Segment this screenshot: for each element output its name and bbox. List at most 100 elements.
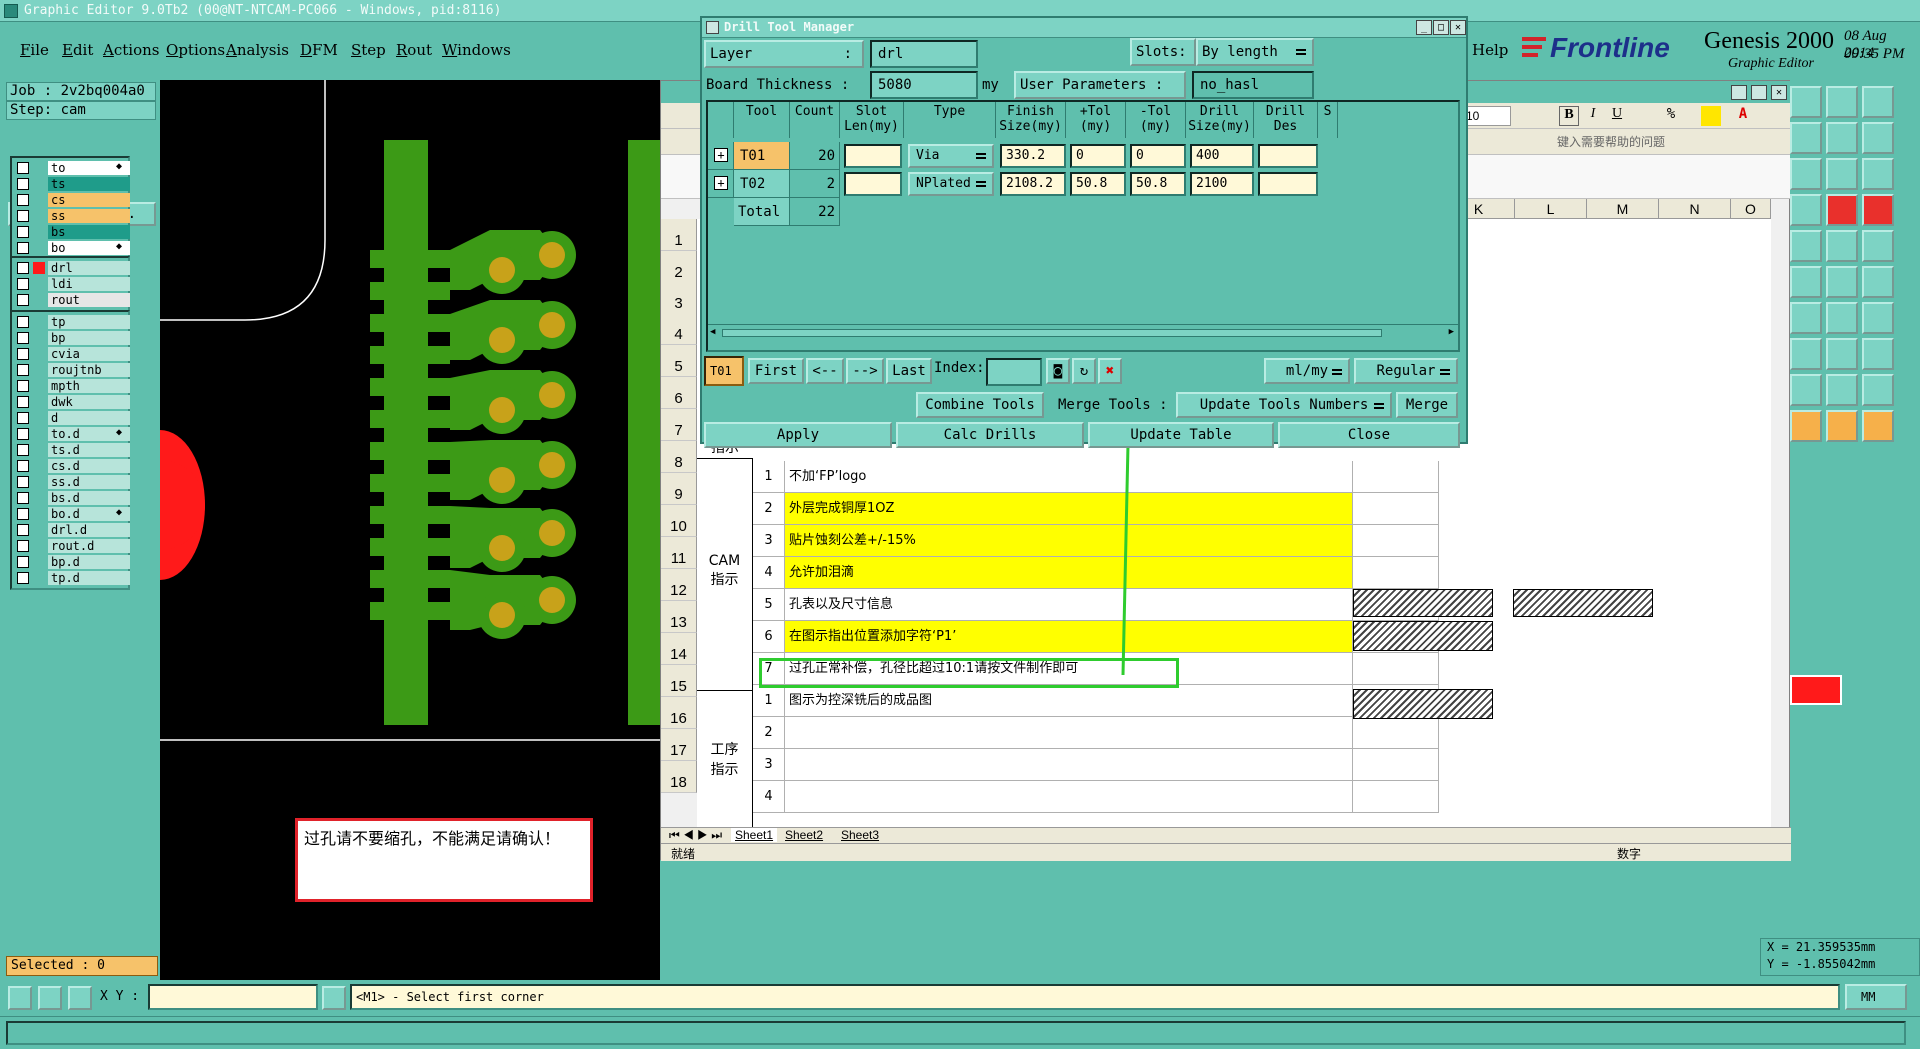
cam-item-image-cell[interactable] <box>1353 557 1439 589</box>
process-item-text[interactable] <box>785 717 1353 749</box>
tool-type-select[interactable]: Via <box>908 144 994 168</box>
layer-checkbox[interactable] <box>17 294 29 306</box>
drill-des-input[interactable] <box>1258 144 1318 168</box>
process-item-number[interactable]: 3 <box>753 749 785 781</box>
layer-checkbox[interactable] <box>17 262 29 274</box>
first-button[interactable]: First <box>748 358 804 384</box>
layer-name[interactable]: ldi <box>48 277 130 291</box>
delete-icon[interactable]: ✖ <box>1098 358 1122 384</box>
cam-item-text[interactable]: 外层完成铜厚1OZ <box>785 493 1353 525</box>
layer-row[interactable]: cs <box>14 192 130 208</box>
layer-row[interactable]: d <box>14 410 130 426</box>
embedded-image-size-info[interactable] <box>1513 589 1653 617</box>
pointer-alt-icon[interactable] <box>1826 410 1858 442</box>
row-header[interactable]: 3 <box>661 282 697 314</box>
layer-checkbox[interactable] <box>17 162 29 174</box>
row-header[interactable]: 11 <box>661 537 697 569</box>
pointer-icon[interactable] <box>1790 410 1822 442</box>
process-item-number[interactable]: 4 <box>753 781 785 813</box>
slot-length-input[interactable] <box>844 172 902 196</box>
save-icon[interactable] <box>1790 86 1822 118</box>
scroll-left-icon[interactable]: ◀ <box>710 327 715 337</box>
layer-name[interactable]: bs <box>48 225 130 239</box>
prev-button[interactable]: <-- <box>806 358 844 384</box>
layer-row[interactable]: ss <box>14 208 130 224</box>
menu-actions[interactable]: Actions <box>103 41 159 59</box>
process-item-text[interactable] <box>785 781 1353 813</box>
layer-row[interactable]: bo ◆ <box>14 240 130 256</box>
slots-select[interactable]: By length <box>1196 38 1314 66</box>
menu-windows[interactable]: Windows <box>442 41 511 59</box>
plus-icon[interactable]: + <box>714 148 728 162</box>
next-button[interactable]: --> <box>846 358 884 384</box>
board-thickness-input[interactable]: 5080 <box>870 71 978 99</box>
mode-select[interactable]: Regular <box>1354 358 1458 384</box>
dialog-close-button[interactable]: ✕ <box>1450 20 1466 35</box>
layer-row[interactable]: ts.d <box>14 442 130 458</box>
zoom-box-icon[interactable] <box>8 986 32 1010</box>
plus-tol-input[interactable]: 50.8 <box>1070 172 1126 196</box>
layer-name[interactable]: drl <box>48 261 130 275</box>
italic-button[interactable]: I <box>1583 106 1603 126</box>
layer-row[interactable]: tp <box>14 314 130 330</box>
tool-id[interactable]: T02 <box>734 170 790 198</box>
row-header[interactable]: 15 <box>661 665 697 697</box>
font-size-select[interactable]: 10 <box>1461 106 1511 126</box>
row-header[interactable]: 16 <box>661 697 697 729</box>
merge-button[interactable]: Merge <box>1396 392 1458 418</box>
layer-checkbox[interactable] <box>17 492 29 504</box>
dialog-menu-icon[interactable] <box>706 21 719 34</box>
layer-checkbox[interactable] <box>17 242 29 254</box>
layer-row[interactable]: tp.d <box>14 570 130 586</box>
cam-item-text[interactable]: 孔表以及尺寸信息 <box>785 589 1353 621</box>
row-header[interactable]: 1 <box>661 219 697 251</box>
snap-icon[interactable] <box>1862 194 1894 226</box>
cam-item-text[interactable]: 不加‘FP’logo <box>785 461 1353 493</box>
info-icon[interactable] <box>322 986 346 1010</box>
slot-length-input[interactable] <box>844 144 902 168</box>
row-header[interactable]: 12 <box>661 569 697 601</box>
calc-drills-button[interactable]: Calc Drills <box>896 422 1084 448</box>
excel-maximize-button[interactable] <box>1751 85 1767 100</box>
col-header-m[interactable]: M <box>1587 199 1659 219</box>
layer-checkbox[interactable] <box>17 332 29 344</box>
cam-item-number[interactable]: 5 <box>753 589 785 621</box>
layer-name[interactable]: dwk <box>48 395 130 409</box>
drill-des-input[interactable] <box>1258 172 1318 196</box>
step-icon[interactable] <box>1862 122 1894 154</box>
layer-checkbox[interactable] <box>17 460 29 472</box>
units-button[interactable]: MM <box>1845 984 1907 1010</box>
finish-size-input[interactable]: 330.2 <box>1000 144 1066 168</box>
row-header[interactable]: 6 <box>661 377 697 409</box>
menu-step[interactable]: Step <box>351 41 386 59</box>
layer-row[interactable]: bs <box>14 224 130 240</box>
zoom-icon[interactable] <box>1790 158 1822 190</box>
layer-row[interactable]: rout.d <box>14 538 130 554</box>
measure-icon[interactable] <box>1826 194 1858 226</box>
layer-name[interactable]: d <box>48 411 130 425</box>
grid-toggle-icon[interactable] <box>68 986 92 1010</box>
layer-row[interactable]: drl.d <box>14 522 130 538</box>
layer-select[interactable]: drl <box>870 40 978 68</box>
dash-icon[interactable] <box>1790 338 1822 370</box>
embedded-image-p1-location[interactable] <box>1353 621 1493 651</box>
layer-name[interactable]: bs.d <box>48 491 130 505</box>
cam-item-number[interactable]: 4 <box>753 557 785 589</box>
process-item-text[interactable] <box>785 749 1353 781</box>
row-header[interactable]: 4 <box>661 313 697 345</box>
layer-row[interactable]: mpth <box>14 378 130 394</box>
layer-checkbox[interactable] <box>17 524 29 536</box>
layer-checkbox[interactable] <box>17 364 29 376</box>
process-item-number[interactable]: 2 <box>753 717 785 749</box>
process-item-image-cell[interactable] <box>1353 749 1439 781</box>
panel-icon[interactable] <box>1790 194 1822 226</box>
drill-size-input[interactable]: 400 <box>1190 144 1254 168</box>
row-header[interactable]: 14 <box>661 633 697 665</box>
cross-icon[interactable] <box>1790 266 1822 298</box>
fill-color-icon[interactable] <box>1701 106 1721 126</box>
layer-row[interactable]: to.d ◆ <box>14 426 130 442</box>
layer-row[interactable]: bo.d ◆ <box>14 506 130 522</box>
tool-type-select[interactable]: NPlated <box>908 172 994 196</box>
xy-input[interactable] <box>148 984 318 1010</box>
layer-checkbox[interactable] <box>17 412 29 424</box>
